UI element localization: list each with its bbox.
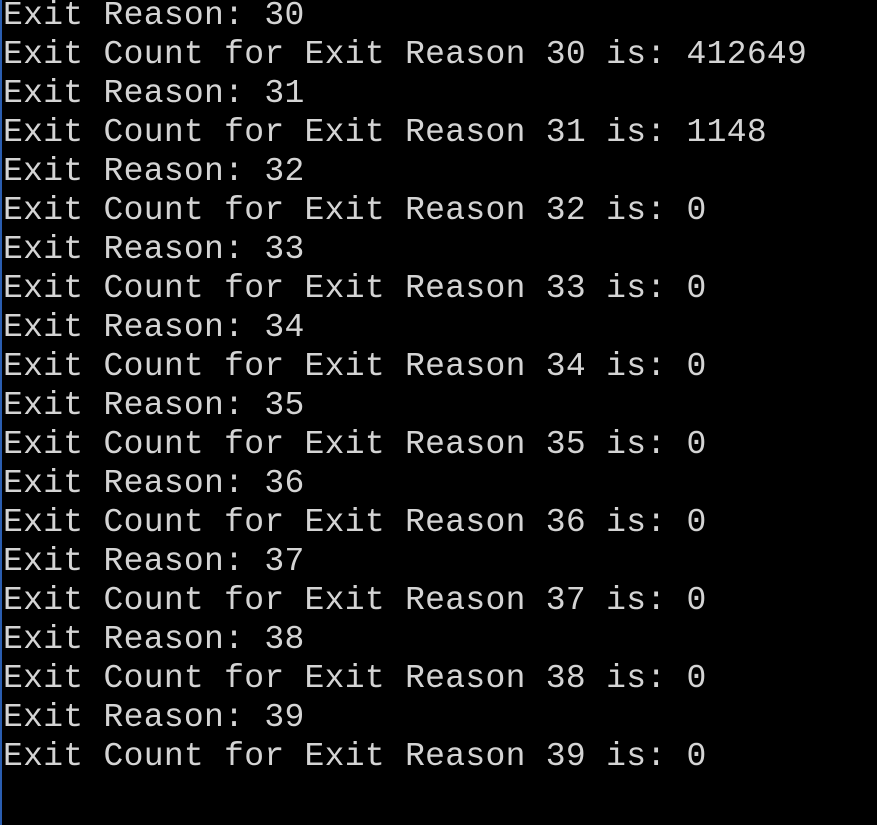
terminal-output: Exit Reason: 30 Exit Count for Exit Reas… xyxy=(3,0,807,776)
terminal-window[interactable]: Exit Reason: 30 Exit Count for Exit Reas… xyxy=(0,0,877,825)
output-line-exit-count: Exit Count for Exit Reason 37 is: 0 xyxy=(3,582,707,619)
output-line-exit-count: Exit Count for Exit Reason 35 is: 0 xyxy=(3,426,707,463)
output-line-exit-reason: Exit Reason: 36 xyxy=(3,465,305,502)
output-line-exit-count: Exit Count for Exit Reason 39 is: 0 xyxy=(3,738,707,775)
output-line-exit-reason: Exit Reason: 37 xyxy=(3,543,305,580)
output-line-exit-count: Exit Count for Exit Reason 33 is: 0 xyxy=(3,270,707,307)
output-line-exit-reason: Exit Reason: 33 xyxy=(3,231,305,268)
output-line-exit-count: Exit Count for Exit Reason 36 is: 0 xyxy=(3,504,707,541)
output-line-exit-count: Exit Count for Exit Reason 34 is: 0 xyxy=(3,348,707,385)
output-line-exit-count: Exit Count for Exit Reason 30 is: 412649 xyxy=(3,36,808,73)
output-line-exit-reason: Exit Reason: 30 xyxy=(3,0,305,34)
output-line-exit-count: Exit Count for Exit Reason 38 is: 0 xyxy=(3,660,707,697)
output-line-exit-reason: Exit Reason: 35 xyxy=(3,387,305,424)
output-line-exit-count: Exit Count for Exit Reason 31 is: 1148 xyxy=(3,114,767,151)
output-line-exit-reason: Exit Reason: 38 xyxy=(3,621,305,658)
output-line-exit-reason: Exit Reason: 34 xyxy=(3,309,305,346)
output-line-exit-count: Exit Count for Exit Reason 32 is: 0 xyxy=(3,192,707,229)
output-line-exit-reason: Exit Reason: 39 xyxy=(3,699,305,736)
window-left-edge xyxy=(0,0,2,825)
output-line-exit-reason: Exit Reason: 31 xyxy=(3,75,305,112)
output-line-exit-reason: Exit Reason: 32 xyxy=(3,153,305,190)
